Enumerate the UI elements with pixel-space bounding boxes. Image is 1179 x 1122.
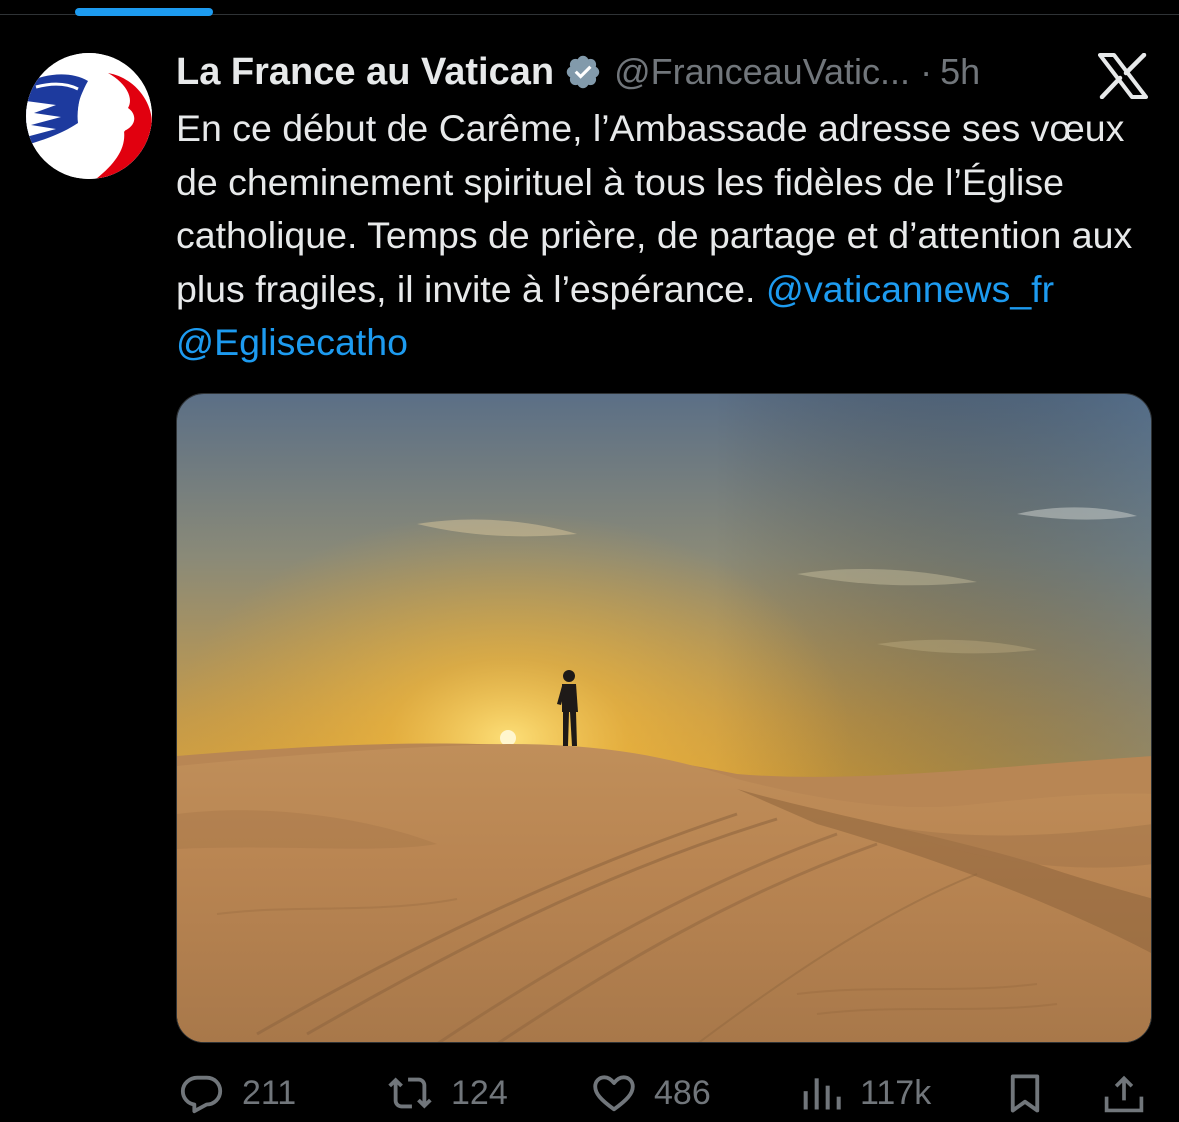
like-button[interactable]: 486	[590, 1070, 711, 1116]
bookmark-icon	[1010, 1074, 1040, 1113]
x-logo-icon[interactable]	[1098, 53, 1148, 99]
avatar[interactable]	[26, 53, 152, 179]
desert-sunset-photo	[177, 394, 1151, 1042]
tweet-text: En ce début de Carême, l’Ambassade adres…	[176, 102, 1166, 370]
tweet-image[interactable]	[176, 393, 1152, 1043]
like-icon	[593, 1075, 635, 1112]
display-name[interactable]: La France au Vatican	[176, 51, 554, 94]
separator-dot: ·	[920, 51, 933, 92]
repost-button[interactable]: 124	[385, 1070, 508, 1116]
mention-link[interactable]: @Eglisecatho	[176, 321, 408, 363]
tab-indicator	[75, 8, 213, 16]
views-button[interactable]: 117k	[800, 1070, 931, 1116]
action-bar: 211 124 486 117k	[0, 1064, 1179, 1122]
marianne-logo-icon	[26, 53, 152, 179]
share-button[interactable]	[1102, 1070, 1146, 1116]
like-count: 486	[654, 1073, 711, 1112]
verified-badge-icon	[566, 55, 600, 89]
views-count: 117k	[860, 1073, 932, 1112]
views-icon	[803, 1078, 841, 1110]
reply-count: 211	[242, 1073, 297, 1112]
bookmark-button[interactable]	[1004, 1070, 1046, 1116]
repost-icon	[388, 1077, 432, 1109]
tweet-header: La France au Vatican @FranceauVatic... ·…	[176, 46, 980, 98]
repost-count: 124	[451, 1073, 508, 1112]
reply-button[interactable]: 211	[178, 1070, 296, 1116]
mention-link[interactable]: @vaticannews_fr	[766, 268, 1054, 310]
handle[interactable]: @FranceauVatic...	[614, 51, 910, 93]
share-icon	[1104, 1075, 1144, 1113]
timestamp[interactable]: 5h	[940, 51, 980, 93]
reply-icon	[180, 1075, 223, 1114]
